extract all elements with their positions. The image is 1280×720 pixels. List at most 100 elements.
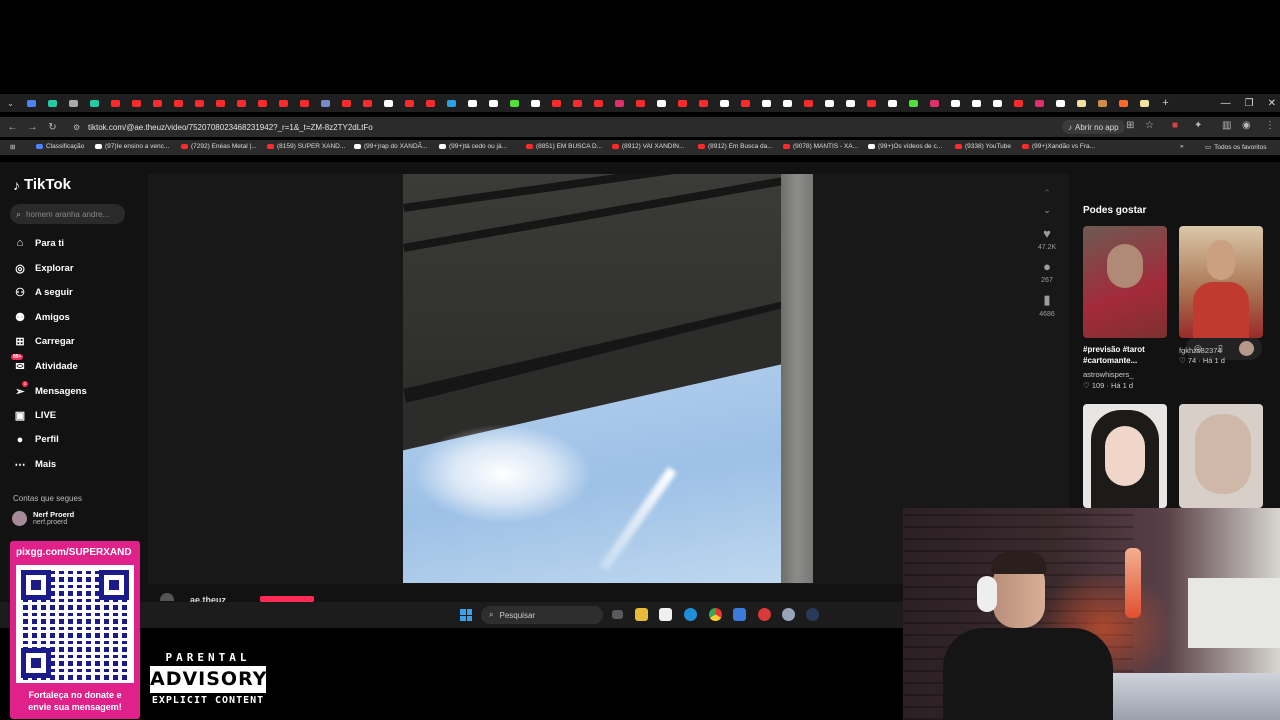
- bookmarks-overflow-icon[interactable]: »: [1180, 143, 1184, 150]
- browser-tab[interactable]: [462, 94, 483, 112]
- sidebar-item-amigos[interactable]: ⚉ Amigos: [13, 311, 70, 324]
- new-tab-icon[interactable]: +: [1155, 94, 1176, 112]
- edge-icon[interactable]: [684, 608, 697, 621]
- back-icon[interactable]: ←: [2, 122, 23, 133]
- video-player[interactable]: [403, 174, 813, 583]
- browser-tab[interactable]: [882, 94, 903, 112]
- browser-tab[interactable]: [693, 94, 714, 112]
- sidebar-item-explorar[interactable]: ◎ Explorar: [13, 262, 73, 275]
- browser-tab[interactable]: [483, 94, 504, 112]
- browser-tab[interactable]: [840, 94, 861, 112]
- reload-icon[interactable]: ↻: [42, 122, 63, 133]
- browser-tab[interactable]: [42, 94, 63, 112]
- sidebar-item-atividade[interactable]: ✉ 99+ Atividade: [11, 354, 78, 373]
- recommend-user[interactable]: fgkhzs82374: [1179, 346, 1222, 355]
- browser-tab[interactable]: [168, 94, 189, 112]
- site-info-icon[interactable]: ⚙: [73, 123, 80, 132]
- browser-tab[interactable]: [504, 94, 525, 112]
- browser-tab[interactable]: [420, 94, 441, 112]
- file-explorer-icon[interactable]: [635, 608, 648, 621]
- browser-tab[interactable]: [84, 94, 105, 112]
- sidebar-item-para-ti[interactable]: ⌂ Para ti: [13, 237, 64, 249]
- bookmark-item[interactable]: (8159) SUPER XAND...: [267, 143, 345, 150]
- profile-avatar[interactable]: ◉: [1242, 120, 1251, 131]
- video-author[interactable]: ae.theuz: [190, 595, 226, 602]
- browser-tab[interactable]: [630, 94, 651, 112]
- windows-start-icon[interactable]: [460, 609, 472, 621]
- extensions-icon[interactable]: ✦: [1194, 120, 1202, 131]
- menu-icon[interactable]: ⋮: [1265, 120, 1275, 131]
- browser-tab[interactable]: [21, 94, 42, 112]
- extension-red-icon[interactable]: ■: [1172, 120, 1178, 131]
- browser-tab[interactable]: [588, 94, 609, 112]
- bookmark-item[interactable]: Classificação: [36, 143, 84, 150]
- bookmark-icon[interactable]: ▮: [1034, 292, 1060, 308]
- close-icon[interactable]: ✕: [1268, 98, 1276, 109]
- sidebar-item-mais[interactable]: ⋯ Mais: [13, 458, 57, 471]
- tiktok-logo[interactable]: ♪ TikTok: [13, 176, 71, 193]
- browser-tab[interactable]: [441, 94, 462, 112]
- browser-tab[interactable]: [945, 94, 966, 112]
- browser-tab[interactable]: [756, 94, 777, 112]
- bookmark-star-icon[interactable]: ☆: [1145, 120, 1154, 131]
- steam-icon[interactable]: [806, 608, 819, 621]
- browser-tab[interactable]: [315, 94, 336, 112]
- browser-tab[interactable]: [1029, 94, 1050, 112]
- recommend-card[interactable]: [1083, 226, 1167, 338]
- browser-tab[interactable]: [1134, 94, 1155, 112]
- tab-search-icon[interactable]: ⌄: [0, 94, 21, 112]
- bookmark-item[interactable]: (99+)Xandão vs Fra...: [1022, 143, 1095, 150]
- browser-tab[interactable]: [231, 94, 252, 112]
- bookmark-item[interactable]: (7292) Enéas Metal |...: [181, 143, 257, 150]
- sidebar-item-live[interactable]: ▣ LIVE: [13, 409, 56, 422]
- following-account[interactable]: Nerf Proerd nerf.proerd: [12, 510, 74, 526]
- browser-tab[interactable]: [1008, 94, 1029, 112]
- settings-icon[interactable]: [782, 608, 795, 621]
- browser-tab[interactable]: [357, 94, 378, 112]
- chrome-icon[interactable]: [709, 608, 722, 621]
- sidebar-item-carregar[interactable]: ⊞ Carregar: [13, 335, 74, 348]
- store-icon[interactable]: [659, 608, 672, 621]
- browser-tab[interactable]: [672, 94, 693, 112]
- browser-tab[interactable]: [252, 94, 273, 112]
- browser-tab[interactable]: [126, 94, 147, 112]
- search-input[interactable]: [26, 209, 117, 219]
- sidebar-item-a-seguir[interactable]: ⚇ A seguir: [13, 286, 73, 299]
- minimize-icon[interactable]: —: [1221, 98, 1231, 109]
- browser-tab[interactable]: [903, 94, 924, 112]
- bookmark-item[interactable]: (8912) Em Busca da...: [698, 143, 773, 150]
- recommend-user[interactable]: astrowhispers_: [1083, 370, 1133, 379]
- browser-tab[interactable]: [546, 94, 567, 112]
- recommend-card[interactable]: [1083, 404, 1167, 508]
- search-box[interactable]: ⌕: [10, 204, 125, 224]
- browser-tab[interactable]: [105, 94, 126, 112]
- browser-tab[interactable]: [924, 94, 945, 112]
- browser-tab[interactable]: [1113, 94, 1134, 112]
- browser-tab[interactable]: [567, 94, 588, 112]
- browser-tab[interactable]: [189, 94, 210, 112]
- browser-tab[interactable]: [525, 94, 546, 112]
- bookmark-item[interactable]: (99+)rap do XANDÃ...: [354, 143, 427, 150]
- browser-tab[interactable]: [1050, 94, 1071, 112]
- app-icon-red[interactable]: [758, 608, 771, 621]
- user-avatar[interactable]: [1238, 340, 1254, 356]
- browser-tab[interactable]: [63, 94, 84, 112]
- sidebar-item-mensagens[interactable]: ➢ 1 Mensagens: [13, 380, 87, 398]
- next-video-icon[interactable]: ⌄: [1034, 205, 1060, 216]
- all-favorites[interactable]: ▭ Todos os favoritos: [1205, 143, 1267, 152]
- browser-tab[interactable]: [798, 94, 819, 112]
- browser-tab[interactable]: [294, 94, 315, 112]
- browser-tab[interactable]: [273, 94, 294, 112]
- bookmark-item[interactable]: (8912) VAI XANDIN...: [612, 143, 684, 150]
- browser-tab[interactable]: [819, 94, 840, 112]
- browser-tab[interactable]: [399, 94, 420, 112]
- url-text[interactable]: tiktok.com/@ae.theuz/video/7520708023468…: [88, 123, 373, 132]
- open-app-button[interactable]: ♪ Abrir no app: [1062, 120, 1125, 134]
- comment-icon[interactable]: ●: [1034, 259, 1060, 274]
- prev-video-icon[interactable]: ⌃: [1034, 188, 1060, 199]
- browser-tab[interactable]: [861, 94, 882, 112]
- apps-icon[interactable]: ⊞: [10, 143, 15, 151]
- browser-tab[interactable]: [777, 94, 798, 112]
- browser-tab[interactable]: [651, 94, 672, 112]
- recommend-caption[interactable]: #previsão #tarot #cartomante...: [1083, 344, 1155, 366]
